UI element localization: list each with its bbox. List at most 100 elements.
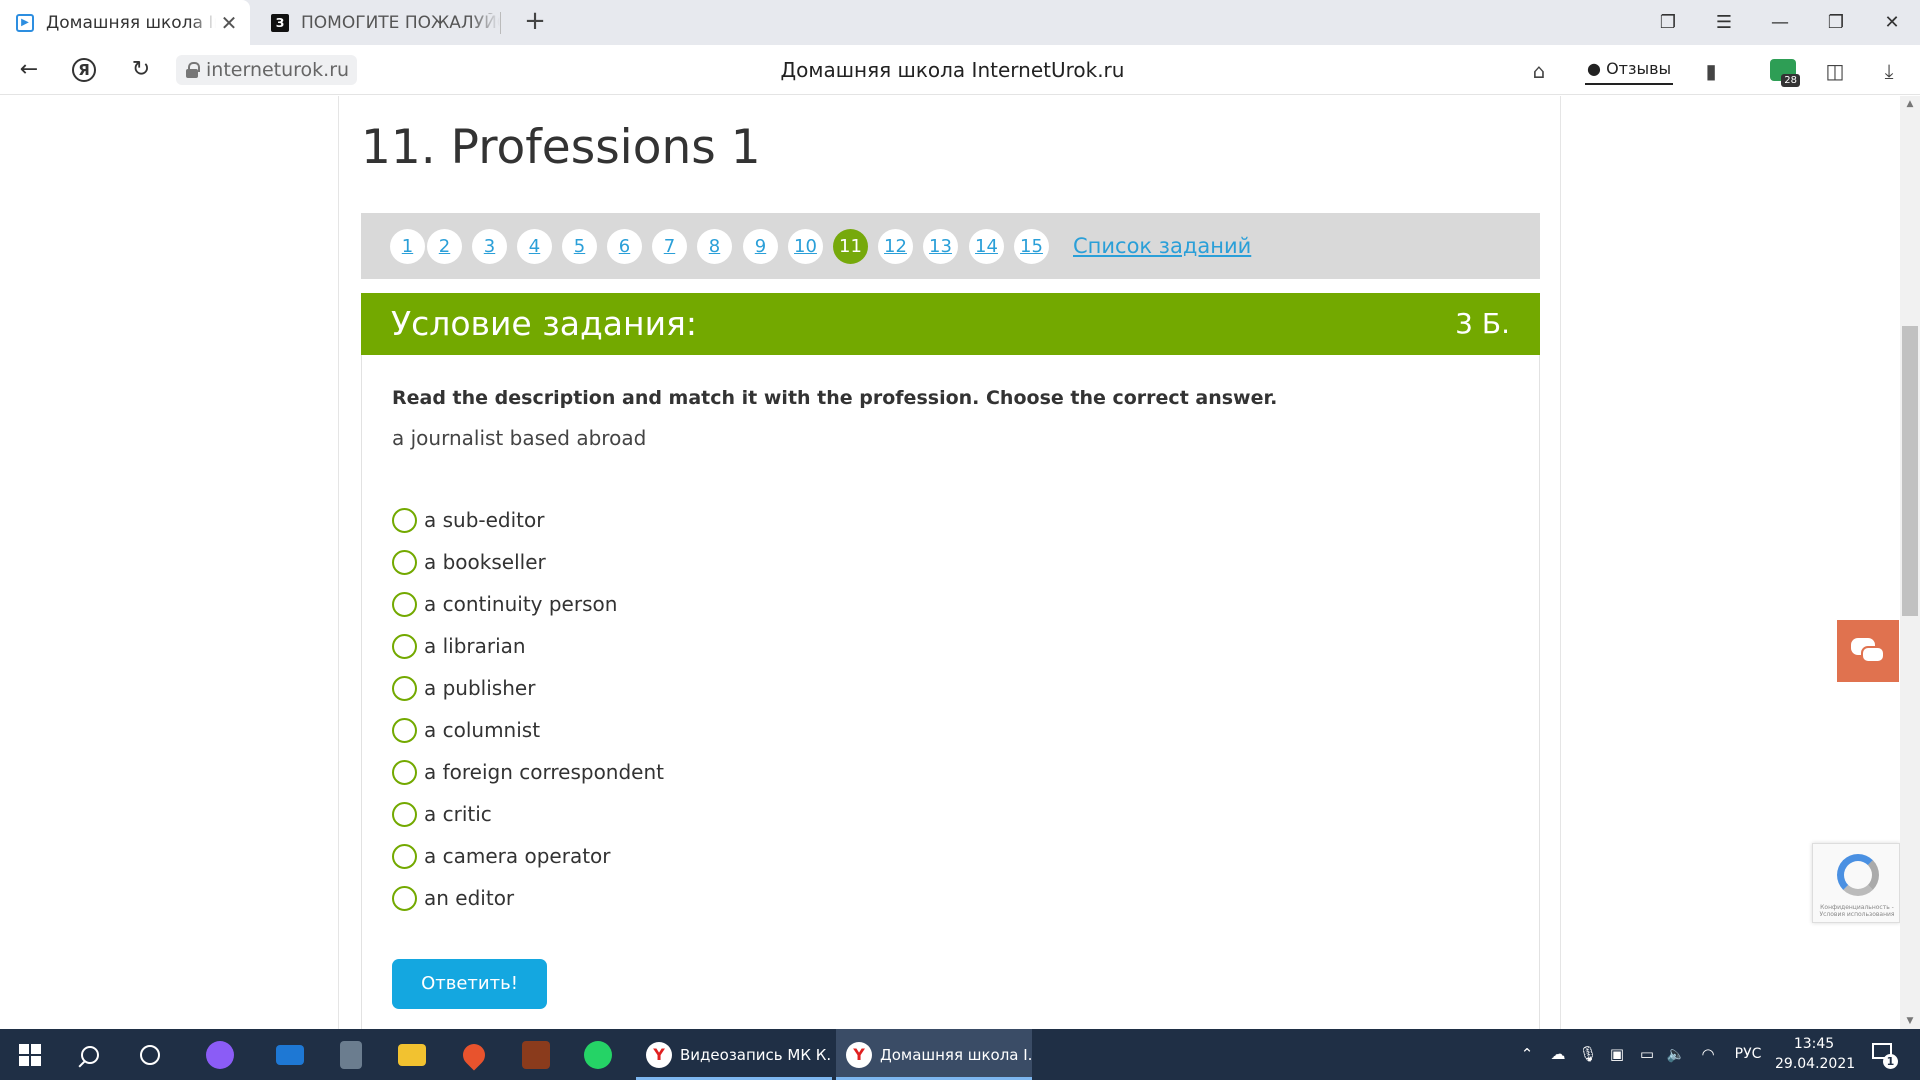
answer-option[interactable]: a camera operator <box>392 835 664 877</box>
collections-icon[interactable]: ❐ <box>1640 0 1696 45</box>
page-link-8[interactable]: 8 <box>697 229 732 264</box>
radio-button[interactable] <box>392 591 417 617</box>
task-pager: 1 2 3 4 5 6 7 8 9 10 11 12 13 14 15 Спис… <box>361 213 1540 279</box>
notification-center-icon[interactable]: 1 <box>1870 1041 1898 1069</box>
answer-option[interactable]: a columnist <box>392 709 664 751</box>
back-icon[interactable]: ← <box>12 53 46 87</box>
task-body: Read the description and match it with t… <box>361 355 1540 1029</box>
page-link-7[interactable]: 7 <box>652 229 687 264</box>
page-link-1[interactable]: 1 <box>390 229 425 264</box>
answer-option[interactable]: a publisher <box>392 667 664 709</box>
page-link-12[interactable]: 12 <box>878 229 913 264</box>
mail-icon[interactable] <box>272 1037 308 1073</box>
tab-separator <box>500 12 501 34</box>
cortana-icon[interactable] <box>132 1037 168 1073</box>
url-text: interneturok.ru <box>206 59 350 81</box>
lesson-title: 11. Professions 1 <box>361 120 761 175</box>
radio-button[interactable] <box>392 801 417 827</box>
search-icon[interactable] <box>72 1037 108 1073</box>
restore-icon[interactable]: ❐ <box>1808 0 1864 45</box>
menu-icon[interactable]: ☰ <box>1696 0 1752 45</box>
alice-icon[interactable] <box>202 1037 238 1073</box>
task-list-link[interactable]: Список заданий <box>1073 229 1251 264</box>
recaptcha-badge[interactable]: Конфиденциальность - Условия использован… <box>1812 843 1900 923</box>
protect-icon[interactable]: ◫ <box>1820 57 1850 85</box>
microphone-icon[interactable]: 🎙 <box>1576 1029 1600 1080</box>
onedrive-icon[interactable]: ☁ <box>1544 1029 1572 1080</box>
scroll-down-icon[interactable]: ▼ <box>1900 1013 1920 1029</box>
page-scrollbar[interactable]: ▲ ▼ <box>1900 96 1920 1029</box>
reviews-label: Отзывы <box>1606 59 1672 78</box>
taskbar-task-video[interactable]: Y Видеозапись МК К... <box>636 1029 832 1080</box>
page-link-13[interactable]: 13 <box>923 229 958 264</box>
minimize-icon[interactable]: — <box>1752 0 1808 45</box>
page-link-9[interactable]: 9 <box>743 229 778 264</box>
scroll-thumb[interactable] <box>1902 326 1918 616</box>
page-link-2[interactable]: 2 <box>427 229 462 264</box>
chat-bubble-icon <box>1861 646 1885 663</box>
close-icon[interactable]: ✕ <box>216 11 242 35</box>
page-link-5[interactable]: 5 <box>562 229 597 264</box>
tab-znanija[interactable]: З ПОМОГИТЕ ПОЖАЛУЙСТА <box>255 0 500 45</box>
tray-app-icon[interactable]: ▣ <box>1604 1029 1630 1080</box>
new-tab-button[interactable]: + <box>520 7 550 37</box>
radio-button[interactable] <box>392 759 417 785</box>
reviews-button[interactable]: ● Отзывы <box>1585 57 1674 85</box>
submit-answer-button[interactable]: Ответить! <box>392 959 547 1009</box>
windows-start-icon[interactable] <box>12 1037 48 1073</box>
radio-button[interactable] <box>392 717 417 743</box>
answer-option[interactable]: a continuity person <box>392 583 664 625</box>
yandex-browser-icon: Y <box>646 1041 672 1068</box>
wifi-icon[interactable]: ◠ <box>1694 1029 1722 1080</box>
battery-icon[interactable]: ▭ <box>1634 1029 1660 1080</box>
home-icon[interactable]: ⌂ <box>1524 57 1554 85</box>
page-link-10[interactable]: 10 <box>788 229 823 264</box>
radio-button[interactable] <box>392 633 417 659</box>
task-question: a journalist based abroad <box>392 426 647 450</box>
clock-time: 13:45 <box>1793 1036 1835 1052</box>
system-clock[interactable]: 13:45 29.04.2021 <box>1775 1034 1855 1074</box>
answer-option[interactable]: a librarian <box>392 625 664 667</box>
url-field[interactable]: interneturok.ru <box>176 55 358 85</box>
window-close-icon[interactable]: ✕ <box>1864 0 1920 45</box>
page-link-4[interactable]: 4 <box>517 229 552 264</box>
taskbar-task-interneturok[interactable]: Y Домашняя школа I... <box>836 1029 1032 1080</box>
znanija-icon: З <box>271 13 289 32</box>
extension-icon[interactable]: 28 <box>1770 59 1800 87</box>
answer-options: a sub-editor a bookseller a continuity p… <box>392 499 664 919</box>
page-link-3[interactable]: 3 <box>472 229 507 264</box>
page-link-14[interactable]: 14 <box>969 229 1004 264</box>
drop-app-icon[interactable] <box>456 1037 492 1073</box>
recaptcha-icon <box>1837 854 1879 896</box>
content-container: 11. Professions 1 1 2 3 4 5 6 7 8 9 10 1… <box>338 96 1561 1029</box>
language-indicator[interactable]: РУС <box>1728 1029 1768 1080</box>
yandex-button[interactable]: Я <box>72 58 96 82</box>
calculator-icon[interactable] <box>333 1037 369 1073</box>
file-explorer-icon[interactable] <box>394 1037 430 1073</box>
option-label: a bookseller <box>424 550 546 574</box>
whatsapp-icon[interactable] <box>580 1037 616 1073</box>
answer-option[interactable]: a sub-editor <box>392 499 664 541</box>
answer-option[interactable]: a bookseller <box>392 541 664 583</box>
radio-button[interactable] <box>392 675 417 701</box>
page-link-15[interactable]: 15 <box>1014 229 1049 264</box>
option-label: a columnist <box>424 718 541 742</box>
volume-icon[interactable]: 🔈 <box>1662 1029 1690 1080</box>
page-link-6[interactable]: 6 <box>607 229 642 264</box>
radio-button[interactable] <box>392 507 417 533</box>
reload-icon[interactable]: ↻ <box>124 53 158 87</box>
radio-button[interactable] <box>392 885 417 911</box>
answer-option[interactable]: a foreign correspondent <box>392 751 664 793</box>
bookmark-icon[interactable]: ▮ <box>1696 57 1726 85</box>
answer-option[interactable]: a critic <box>392 793 664 835</box>
radio-button[interactable] <box>392 843 417 869</box>
answer-option[interactable]: an editor <box>392 877 664 919</box>
scroll-up-icon[interactable]: ▲ <box>1900 96 1920 112</box>
book-app-icon[interactable] <box>518 1037 554 1073</box>
radio-button[interactable] <box>392 549 417 575</box>
chat-widget-button[interactable] <box>1837 620 1899 682</box>
tray-chevron-icon[interactable]: ⌃ <box>1515 1029 1539 1080</box>
page-link-11-current[interactable]: 11 <box>833 229 868 264</box>
download-icon[interactable]: ⤓ <box>1874 57 1904 85</box>
tab-interneturok[interactable]: ▶ Домашняя школа InternetUrok.ru ✕ <box>0 0 250 45</box>
